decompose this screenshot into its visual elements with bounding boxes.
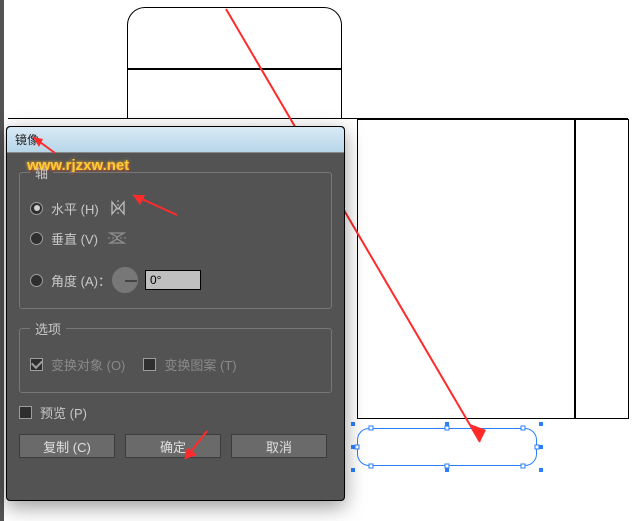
axis-vertical-label: 垂直 (V) [51,229,98,248]
preview-row[interactable]: 预览 (P) [19,403,332,422]
preview-label: 预览 (P) [40,403,87,422]
dialog-title: 镜像 [15,131,39,148]
axis-legend: 轴 [30,163,53,182]
anchor-point [535,445,540,450]
copy-button[interactable]: 复制 (C) [19,434,115,458]
mirror-vertical-icon [108,229,126,247]
right-panel-box [357,119,575,419]
anchor-point [521,426,526,431]
button-row: 复制 (C) 确定 取消 [19,434,332,458]
options-legend: 选项 [30,319,66,338]
anchor-point [521,464,526,469]
anchor-point [355,445,360,450]
transform-objects-label: 变换对象 (O) [51,355,125,374]
axis-angle-label: 角度 (A)： [51,271,111,290]
mirror-horizontal-icon [109,199,127,217]
dialog-titlebar[interactable]: 镜像 [7,127,344,153]
right-strip-box [575,119,629,419]
mid-box [127,69,342,119]
axis-vertical-row[interactable]: 垂直 (V) [30,224,321,252]
reflect-dialog: 镜像 www.rjzxw.net 轴 水平 (H) 垂直 (V) [6,126,345,501]
top-rounded-box [127,7,342,69]
transform-objects-checkbox [30,358,43,371]
anchor-point [445,464,450,469]
ok-button[interactable]: 确定 [125,434,221,458]
axis-group: 轴 水平 (H) 垂直 (V) 角度 (A)： [19,163,332,309]
anchor-point [369,464,374,469]
anchor-point [445,426,450,431]
axis-vertical-radio[interactable] [30,232,43,245]
anchor-point [369,426,374,431]
axis-horizontal-radio[interactable] [30,202,43,215]
axis-horizontal-label: 水平 (H) [51,199,99,218]
axis-angle-radio[interactable] [30,274,43,287]
app-panel-edge [0,0,4,521]
preview-checkbox[interactable] [19,406,32,419]
cancel-button[interactable]: 取消 [231,434,327,458]
options-group: 选项 变换对象 (O) 变换图案 (T) [19,319,332,393]
transform-patterns-checkbox [143,358,156,371]
axis-horizontal-row[interactable]: 水平 (H) [30,194,321,222]
angle-input[interactable] [145,270,201,290]
angle-dial-icon[interactable] [111,266,139,294]
axis-angle-row[interactable]: 角度 (A)： [30,266,321,294]
transform-patterns-label: 变换图案 (T) [164,355,236,374]
